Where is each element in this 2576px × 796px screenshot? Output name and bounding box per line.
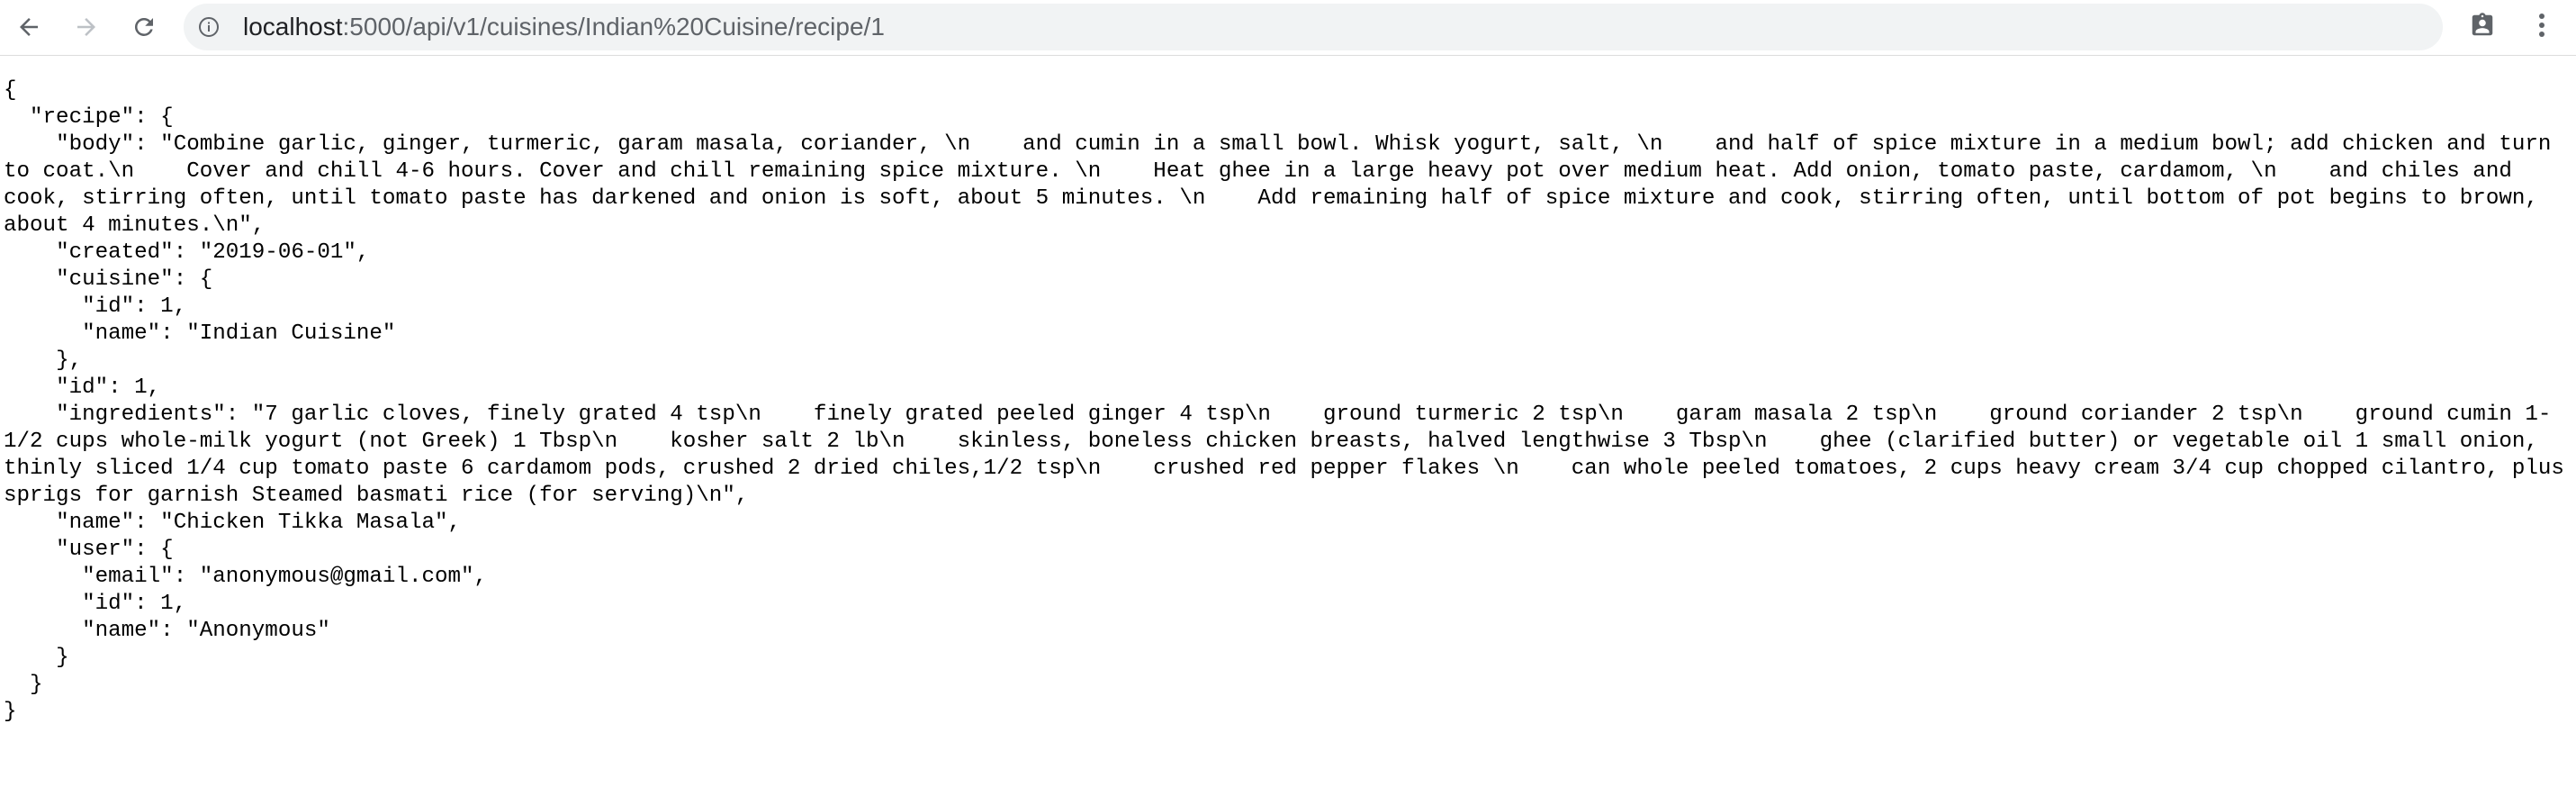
- forward-button[interactable]: [67, 9, 106, 45]
- back-arrow-icon: [15, 14, 42, 41]
- url-text[interactable]: localhost:5000/api/v1/cuisines/Indian%20…: [243, 4, 885, 50]
- address-bar[interactable]: localhost:5000/api/v1/cuisines/Indian%20…: [184, 4, 2443, 50]
- url-path: :5000/api/v1/cuisines/Indian%20Cuisine/r…: [342, 13, 885, 41]
- extension-button[interactable]: [2466, 11, 2499, 43]
- reload-icon: [131, 14, 158, 41]
- reload-button[interactable]: [124, 9, 164, 45]
- page-content: { "recipe": { "body": "Combine garlic, g…: [0, 77, 2576, 789]
- info-icon[interactable]: [198, 16, 220, 38]
- clipboard-badge-icon: [2469, 12, 2496, 43]
- json-response-body: { "recipe": { "body": "Combine garlic, g…: [4, 78, 2564, 724]
- forward-arrow-icon: [73, 14, 100, 41]
- back-button[interactable]: [9, 9, 49, 45]
- browser-menu-button[interactable]: [2526, 9, 2558, 45]
- kebab-menu-icon: [2538, 12, 2545, 43]
- browser-toolbar: localhost:5000/api/v1/cuisines/Indian%20…: [0, 0, 2576, 56]
- url-host: localhost: [243, 13, 343, 41]
